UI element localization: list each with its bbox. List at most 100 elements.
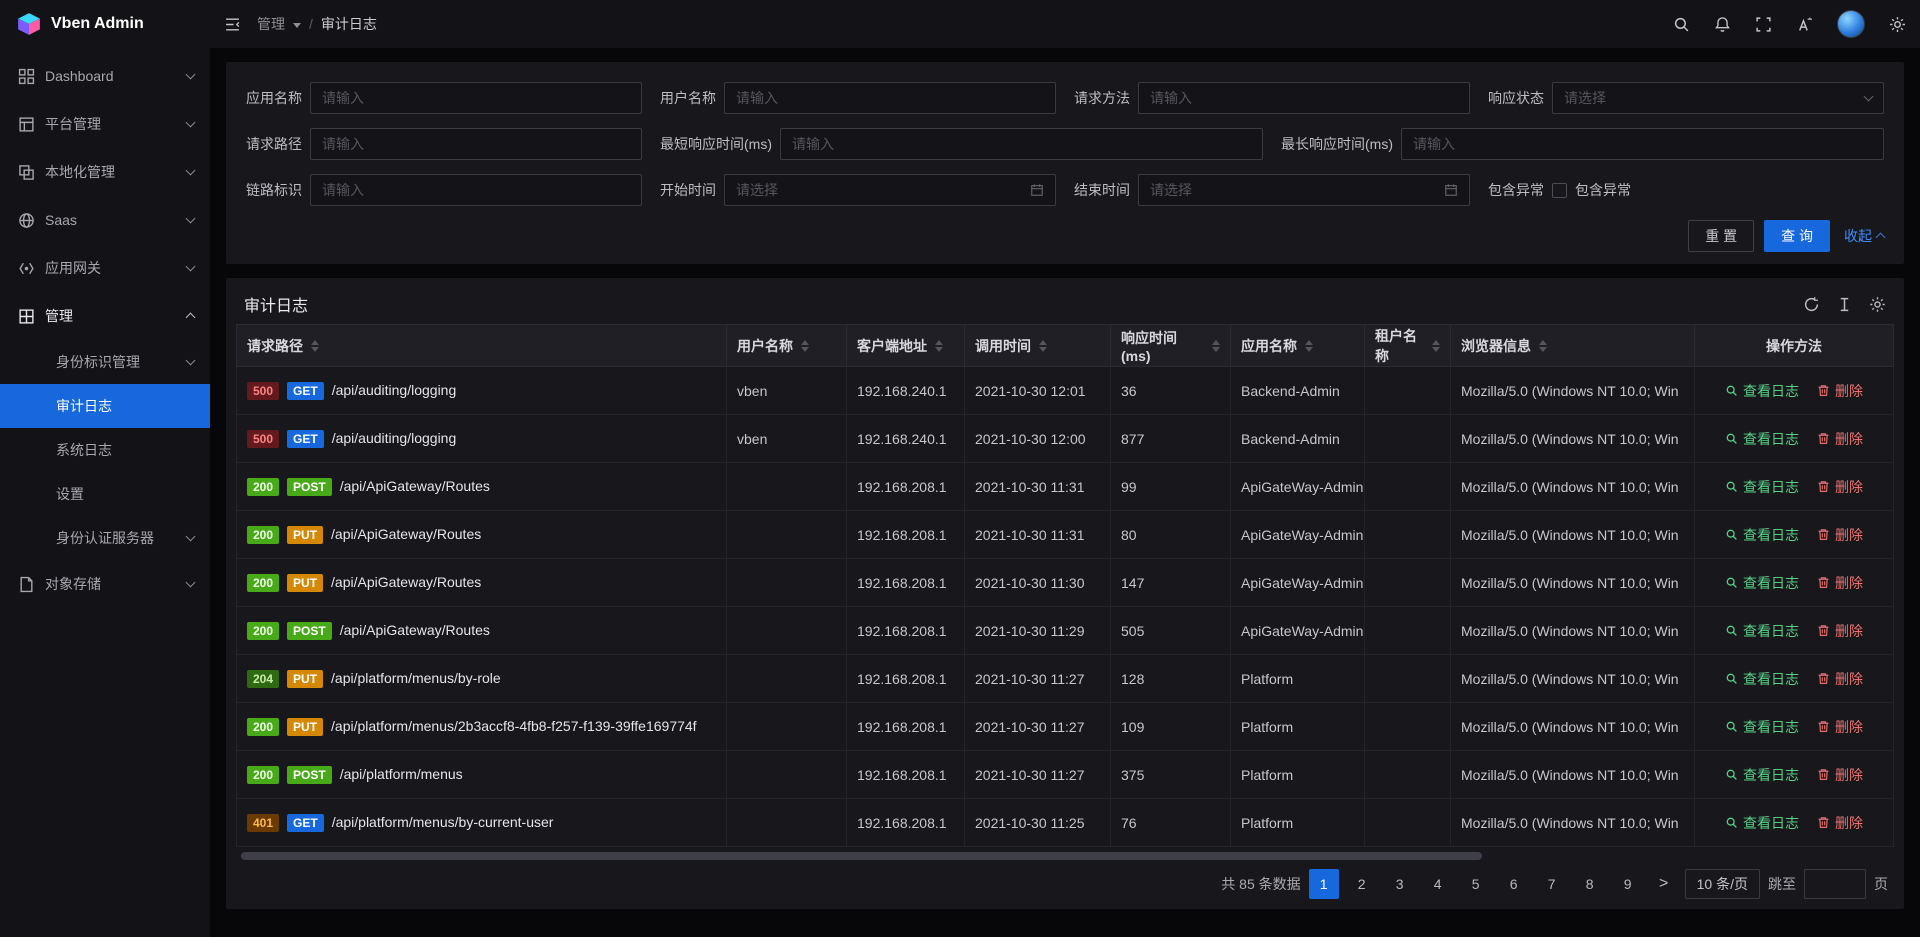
delete-link[interactable]: 删除 [1817,669,1863,689]
sort-icon[interactable] [1039,340,1047,352]
sidebar-item-object-storage[interactable]: 对象存储 [0,560,210,608]
view-log-link[interactable]: 查看日志 [1725,477,1799,497]
page-button-5[interactable]: 5 [1461,869,1491,899]
trace-id-input[interactable] [310,174,642,206]
translate-icon[interactable] [1796,16,1813,33]
col-app-name[interactable]: 应用名称 [1231,325,1365,367]
app-name-cell: Platform [1231,799,1365,847]
col-elapsed[interactable]: 响应时间(ms) [1111,325,1231,367]
view-log-link[interactable]: 查看日志 [1725,429,1799,449]
sort-icon[interactable] [935,340,943,352]
delete-link[interactable]: 删除 [1817,573,1863,593]
col-user-name[interactable]: 用户名称 [727,325,847,367]
delete-link[interactable]: 删除 [1817,813,1863,833]
delete-link[interactable]: 删除 [1817,525,1863,545]
delete-link[interactable]: 删除 [1817,717,1863,737]
view-log-link[interactable]: 查看日志 [1725,381,1799,401]
col-request-path[interactable]: 请求路径 [237,325,727,367]
scrollbar-thumb[interactable] [241,852,1482,860]
sidebar-item-dashboard[interactable]: Dashboard [0,52,210,100]
app-title: Vben Admin [51,15,144,33]
sidebar-item-gateway[interactable]: 应用网关 [0,244,210,292]
search-icon[interactable] [1673,16,1690,33]
view-log-link[interactable]: 查看日志 [1725,573,1799,593]
view-log-link[interactable]: 查看日志 [1725,813,1799,833]
col-tenant-name[interactable]: 租户名称 [1365,325,1451,367]
status-badge: 500 [247,430,279,448]
jump-page-input[interactable] [1804,869,1866,899]
view-log-link[interactable]: 查看日志 [1725,525,1799,545]
col-browser-info[interactable]: 浏览器信息 [1451,325,1695,367]
view-log-link[interactable]: 查看日志 [1725,717,1799,737]
col-client-ip[interactable]: 客户端地址 [847,325,965,367]
field-end-time: 结束时间 请选择 [1074,174,1470,206]
page-button-7[interactable]: 7 [1537,869,1567,899]
collapse-link[interactable]: 收起 [1844,226,1884,246]
column-height-icon[interactable] [1836,296,1853,313]
sort-icon[interactable] [801,340,809,352]
fullscreen-icon[interactable] [1755,16,1772,33]
end-time-picker[interactable]: 请选择 [1138,174,1470,206]
view-log-link[interactable]: 查看日志 [1725,765,1799,785]
gear-icon[interactable] [1889,16,1906,33]
sidebar-item-localization[interactable]: 本地化管理 [0,148,210,196]
sidebar-item-saas[interactable]: Saas [0,196,210,244]
page-button-2[interactable]: 2 [1347,869,1377,899]
delete-link[interactable]: 删除 [1817,381,1863,401]
chevron-down-icon [186,118,196,128]
col-call-time[interactable]: 调用时间 [965,325,1111,367]
reset-button[interactable]: 重 置 [1688,220,1754,252]
sidebar-item-identity-management[interactable]: 身份标识管理 [0,340,210,384]
view-log-link[interactable]: 查看日志 [1725,669,1799,689]
column-settings-icon[interactable] [1869,296,1886,313]
breadcrumb-management[interactable]: 管理 [257,14,285,34]
avatar[interactable] [1837,10,1865,38]
sort-icon[interactable] [1305,340,1313,352]
sidebar-item-management[interactable]: 管理 [0,292,210,340]
sidebar-item-system-log[interactable]: 系统日志 [0,428,210,472]
elapsed-cell: 36 [1111,367,1231,415]
refresh-icon[interactable] [1803,296,1820,313]
sidebar-item-platform[interactable]: 平台管理 [0,100,210,148]
start-time-picker[interactable]: 请选择 [724,174,1056,206]
tenant-cell [1365,751,1451,799]
request-path-cell: 200PUT/api/ApiGateway/Routes [237,559,727,607]
sidebar-item-identity-server[interactable]: 身份认证服务器 [0,516,210,560]
next-page-button[interactable]: > [1651,869,1677,899]
page-button-1[interactable]: 1 [1309,869,1339,899]
logo[interactable]: Vben Admin [0,0,210,48]
bell-icon[interactable] [1714,16,1731,33]
page-button-9[interactable]: 9 [1613,869,1643,899]
page-button-6[interactable]: 6 [1499,869,1529,899]
has-exception-checkbox[interactable] [1552,183,1567,198]
sort-icon[interactable] [1539,340,1547,352]
request-path-input[interactable] [310,128,642,160]
app-name-input[interactable] [310,82,642,114]
query-button[interactable]: 查 询 [1764,220,1830,252]
sort-icon[interactable] [1212,340,1220,352]
view-log-link[interactable]: 查看日志 [1725,621,1799,641]
delete-link[interactable]: 删除 [1817,621,1863,641]
delete-link[interactable]: 删除 [1817,765,1863,785]
menu-fold-icon[interactable] [224,16,241,33]
tenant-cell [1365,799,1451,847]
table-row: 200PUT/api/ApiGateway/Routes192.168.208.… [237,511,1894,559]
delete-link[interactable]: 删除 [1817,429,1863,449]
page-button-4[interactable]: 4 [1423,869,1453,899]
page-button-3[interactable]: 3 [1385,869,1415,899]
jump-label: 跳至 [1768,874,1796,894]
sidebar-item-settings[interactable]: 设置 [0,472,210,516]
sort-icon[interactable] [311,340,319,352]
request-method-input[interactable] [1138,82,1470,114]
delete-link[interactable]: 删除 [1817,477,1863,497]
max-elapsed-input[interactable] [1401,128,1884,160]
platform-icon [18,116,35,133]
min-elapsed-input[interactable] [780,128,1263,160]
sort-icon[interactable] [1432,340,1440,352]
user-name-input[interactable] [724,82,1056,114]
page-size-select[interactable]: 10 条/页 [1685,869,1760,899]
sidebar-item-audit-log[interactable]: 审计日志 [0,384,210,428]
response-status-select[interactable]: 请选择 [1552,82,1884,114]
pagination-total: 共 85 条数据 [1221,874,1300,894]
page-button-8[interactable]: 8 [1575,869,1605,899]
